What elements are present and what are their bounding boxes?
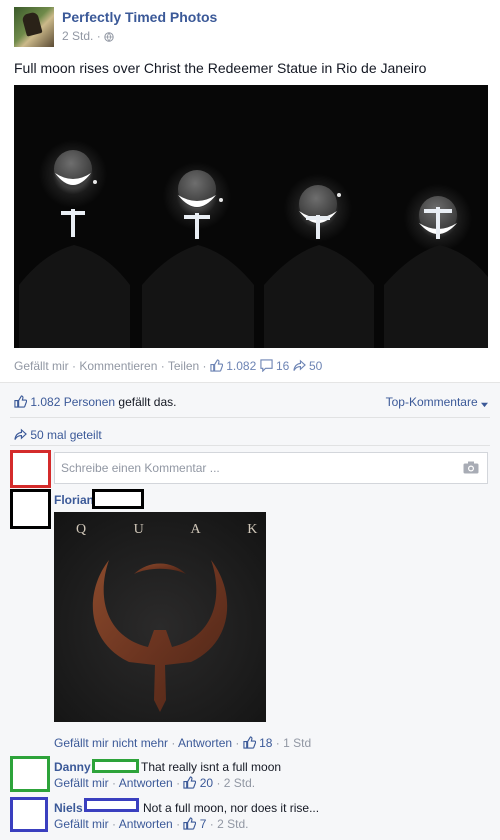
divider xyxy=(10,417,490,418)
comment-text: That really isnt a full moon xyxy=(141,760,282,774)
page-name-link[interactable]: Perfectly Timed Photos xyxy=(62,9,217,25)
like-link[interactable]: Gefällt mir xyxy=(14,359,69,373)
action-separator: · xyxy=(206,817,218,831)
post-time[interactable]: 2 Std. · xyxy=(62,29,104,43)
comment-sort-label: Top-Kommentare xyxy=(385,395,478,409)
comment-count[interactable]: 16 xyxy=(276,359,289,373)
moon-sequence-image xyxy=(14,85,488,348)
post-photo[interactable] xyxy=(14,85,488,348)
comment-composer[interactable] xyxy=(54,452,488,484)
action-separator: · xyxy=(232,736,243,750)
comment-actions: Gefällt mir · Antworten · 20 · 2 Std. xyxy=(54,776,255,790)
comment-like-count[interactable]: 20 xyxy=(200,776,213,790)
action-separator: · xyxy=(168,736,179,750)
page-avatar[interactable] xyxy=(14,7,54,47)
post-card: Perfectly Timed Photos 2 Std. · Full moo… xyxy=(0,0,500,840)
commenter-avatar[interactable] xyxy=(10,756,50,792)
commenter-name[interactable]: Florian xyxy=(54,493,94,507)
reply-link[interactable]: Antworten xyxy=(178,736,232,750)
commenter-avatar[interactable] xyxy=(10,489,51,529)
likes-suffix: gefällt das. xyxy=(115,395,177,409)
comment-link[interactable]: Kommentieren xyxy=(79,359,157,373)
commenter-name[interactable]: Niels xyxy=(54,801,83,815)
thumbs-up-icon xyxy=(183,817,197,830)
reply-link[interactable]: Antworten xyxy=(119,817,173,831)
redacted-surname xyxy=(92,489,144,509)
action-separator: · xyxy=(213,776,224,790)
comment-time[interactable]: 2 Std. xyxy=(217,817,248,831)
comment-image[interactable]: Q U A K E xyxy=(54,512,266,722)
reply-link[interactable]: Antworten xyxy=(119,776,173,790)
comment-sort-dropdown[interactable]: Top-Kommentare xyxy=(386,395,488,409)
unlike-link[interactable]: Gefällt mir nicht mehr xyxy=(54,736,168,750)
action-separator: · xyxy=(108,817,119,831)
current-user-avatar xyxy=(10,450,51,488)
share-count[interactable]: 50 xyxy=(309,359,322,373)
comment-bubble-icon xyxy=(259,359,273,372)
share-arrow-icon xyxy=(14,428,27,440)
like-link[interactable]: Gefällt mir xyxy=(54,776,109,790)
comment-text: Not a full moon, nor does it rise... xyxy=(143,801,320,815)
thumbs-up-icon xyxy=(183,776,197,789)
comment-actions: Gefällt mir nicht mehr · Antworten · 18 … xyxy=(54,736,311,750)
post-caption: Full moon rises over Christ the Redeemer… xyxy=(14,60,427,76)
action-separator: · xyxy=(172,817,184,831)
comment-time[interactable]: 1 Std xyxy=(283,736,311,750)
share-link[interactable]: Teilen xyxy=(168,359,199,373)
action-separator: · xyxy=(157,359,168,373)
action-separator: · xyxy=(272,736,284,750)
redacted-surname xyxy=(84,798,139,812)
globe-icon xyxy=(104,32,114,42)
action-separator: · xyxy=(172,776,184,790)
like-count[interactable]: 1.082 xyxy=(226,359,256,373)
likes-people-link[interactable]: 1.082 Personen xyxy=(30,395,115,409)
thumbs-up-icon xyxy=(243,736,256,749)
redacted-surname xyxy=(92,759,139,773)
divider xyxy=(10,445,490,446)
like-link[interactable]: Gefällt mir xyxy=(54,817,109,831)
action-separator: · xyxy=(68,359,80,373)
comment-input[interactable] xyxy=(55,453,455,483)
comment-like-count[interactable]: 18 xyxy=(259,736,272,750)
shares-summary[interactable]: 50 mal geteilt xyxy=(14,428,102,442)
commenter-name[interactable]: Danny xyxy=(54,760,91,774)
camera-icon[interactable] xyxy=(463,461,479,474)
caret-down-icon xyxy=(481,402,488,408)
action-separator: · xyxy=(199,359,210,373)
action-separator: · xyxy=(108,776,119,790)
shares-text: 50 mal geteilt xyxy=(30,428,102,442)
commenter-avatar[interactable] xyxy=(10,797,48,832)
thumbs-up-icon xyxy=(14,395,27,408)
post-timestamp[interactable]: 2 Std. · xyxy=(62,29,114,43)
comment-time[interactable]: 2 Std. xyxy=(224,776,255,790)
comment-actions: Gefällt mir · Antworten · 7 · 2 Std. xyxy=(54,817,248,831)
thumbs-up-icon xyxy=(210,359,223,372)
likes-summary: 1.082 Personen gefällt das. xyxy=(14,395,176,409)
post-action-bar: Gefällt mir · Kommentieren · Teilen · 1.… xyxy=(14,359,322,373)
quake-logo-icon xyxy=(92,560,228,712)
share-arrow-icon xyxy=(293,359,306,371)
